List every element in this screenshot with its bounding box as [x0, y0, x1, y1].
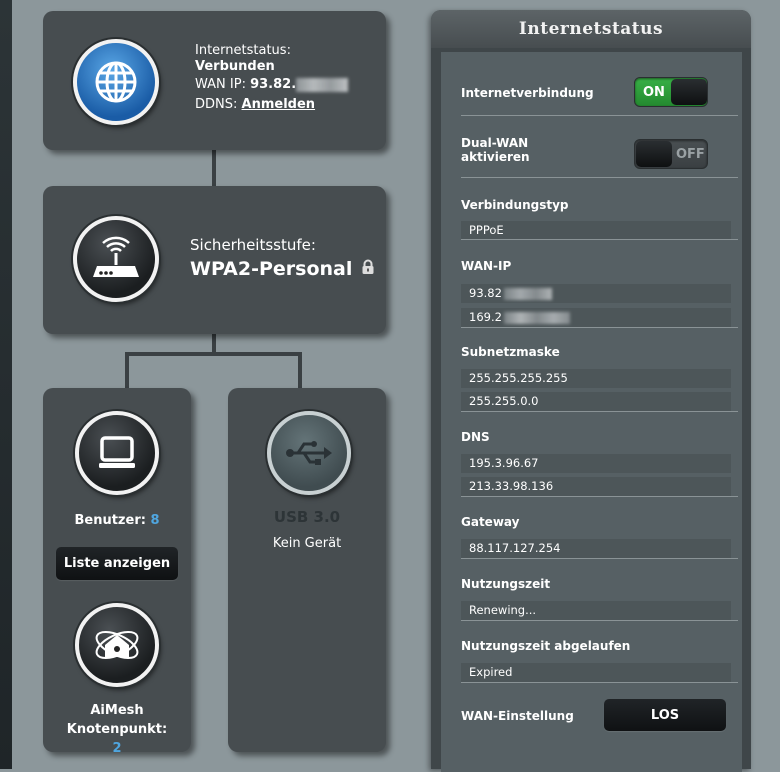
- security-card[interactable]: Sicherheitsstufe: WPA2-Personal: [43, 186, 386, 334]
- divider: [461, 558, 738, 559]
- gateway-label: Gateway: [461, 515, 520, 529]
- wan-setting-label: WAN-Einstellung: [461, 709, 574, 723]
- aimesh-count[interactable]: 2: [43, 739, 191, 758]
- divider: [461, 115, 738, 116]
- wan-ip-1-redacted: [503, 287, 552, 300]
- clients-label: Benutzer:: [74, 513, 146, 528]
- wan-ip-2: 169.2: [469, 310, 502, 324]
- security-level-value: WPA2-Personal: [190, 258, 353, 280]
- aimesh-button[interactable]: [75, 603, 159, 687]
- divider: [461, 327, 738, 328]
- globe-icon: [95, 61, 137, 103]
- wan-setting-go-button[interactable]: LOS: [604, 699, 726, 731]
- divider: [461, 411, 738, 412]
- usb-button[interactable]: [267, 411, 351, 495]
- subnet-mask-1: 255.255.255.255: [461, 369, 731, 388]
- panel-body: Internetverbindung ON Dual-WAN aktiviere…: [441, 52, 742, 772]
- wan-ip-panel-label: WAN-IP: [461, 259, 512, 273]
- internet-globe-button[interactable]: [73, 39, 159, 125]
- clients-card[interactable]: Benutzer: 8 Liste anzeigen AiMesh Knoten…: [43, 388, 191, 756]
- router-button[interactable]: [73, 216, 159, 302]
- subnet-mask-label: Subnetzmaske: [461, 345, 560, 359]
- usb-card[interactable]: USB 3.0 Kein Gerät: [228, 388, 386, 752]
- dns-2: 213.33.98.136: [461, 477, 731, 496]
- dns-1: 195.3.96.67: [461, 454, 731, 473]
- lease-expired-label: Nutzungszeit abgelaufen: [461, 639, 631, 653]
- wan-ip-label: WAN IP:: [195, 77, 246, 92]
- wan-ip-value: 93.82.: [250, 77, 297, 92]
- connector-line-left: [125, 352, 129, 388]
- gateway-value: 88.117.127.254: [461, 539, 731, 558]
- internet-status-label: Internetstatus:: [195, 43, 291, 58]
- wan-ip-redacted: [296, 77, 349, 92]
- security-level-label: Sicherheitsstufe:: [190, 236, 316, 254]
- lock-icon: [361, 258, 375, 280]
- clients-button[interactable]: [75, 411, 159, 495]
- usb-icon: [286, 441, 332, 465]
- subnet-mask-2: 255.255.0.0: [461, 392, 731, 411]
- internet-status-panel: Internetstatus Internetverbindung ON Dua…: [431, 10, 751, 772]
- view-list-button[interactable]: Liste anzeigen: [56, 547, 178, 580]
- wan-ip-2-redacted: [503, 311, 570, 324]
- dual-wan-label-2: aktivieren: [461, 150, 530, 164]
- router-icon: [93, 236, 139, 277]
- internet-connection-label: Internetverbindung: [461, 86, 594, 100]
- internet-connection-toggle[interactable]: ON: [634, 77, 708, 107]
- wan-ip-1: 93.82: [469, 286, 502, 300]
- divider: [461, 239, 738, 240]
- dual-wan-toggle[interactable]: OFF: [634, 139, 708, 169]
- toggle-off-label: OFF: [676, 146, 705, 162]
- lease-expired-value: Expired: [461, 663, 731, 682]
- divider: [461, 496, 738, 497]
- internet-status-value: Verbunden: [195, 59, 275, 74]
- left-edge-background: [0, 0, 12, 769]
- connector-line-mid: [212, 334, 216, 354]
- connector-line-top: [212, 150, 216, 186]
- divider: [461, 682, 738, 683]
- connection-type-label: Verbindungstyp: [461, 198, 569, 212]
- connection-type-value: PPPoE: [461, 221, 731, 240]
- usb-status: Kein Gerät: [272, 536, 342, 551]
- lease-time-value: Renewing...: [461, 601, 731, 620]
- connector-line-horizontal: [125, 352, 302, 356]
- toggle-knob: [636, 141, 672, 167]
- toggle-on-label: ON: [643, 84, 665, 100]
- toggle-knob: [671, 79, 707, 105]
- aimesh-label: AiMesh Knotenpunkt:: [66, 703, 168, 737]
- divider: [461, 620, 738, 621]
- usb-label: USB 3.0: [273, 508, 341, 526]
- ddns-signin-link[interactable]: Anmelden: [242, 97, 316, 112]
- lease-time-label: Nutzungszeit: [461, 577, 551, 591]
- divider: [461, 177, 738, 178]
- clients-count[interactable]: 8: [150, 513, 159, 528]
- internet-status-card[interactable]: Internetstatus: Verbunden WAN IP: 93.82.…: [43, 11, 386, 150]
- connector-line-right: [298, 352, 302, 388]
- ddns-label: DDNS:: [195, 97, 238, 112]
- dual-wan-label: Dual-WAN: [461, 136, 529, 150]
- computer-icon: [99, 436, 135, 468]
- dns-label: DNS: [461, 430, 490, 444]
- aimesh-icon: [95, 631, 139, 659]
- panel-title: Internetstatus: [431, 10, 751, 48]
